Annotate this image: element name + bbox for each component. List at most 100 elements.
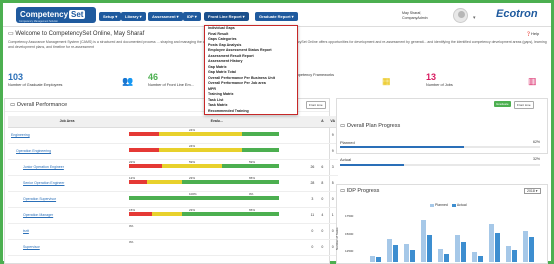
count-cell: 3 xyxy=(307,191,318,208)
count-cell xyxy=(307,143,318,160)
bar-wrap: 0% xyxy=(129,240,279,251)
bar-pct-yellow: 100% xyxy=(189,192,197,196)
bar-wrap: 12% 23% 65% xyxy=(129,176,279,187)
idp-ylabel: Number of Tasks xyxy=(335,227,339,250)
top-bar: Competency Set Competency Management Solu… xyxy=(3,3,551,27)
actual-bar xyxy=(512,250,517,262)
company-name: CompanyAdmin xyxy=(402,16,428,20)
planned-label: Planned xyxy=(340,140,355,145)
bar-wrap: 22% 59% 59% xyxy=(129,160,279,171)
job-area-link[interactable]: tsrtt xyxy=(8,223,126,240)
evaluation-cell: 0% xyxy=(126,223,308,240)
bar-pct-yellow: 23% xyxy=(189,208,196,212)
count-cell: 6 xyxy=(317,159,328,176)
table-row: Operation Supervisor 100% 0% 3 0 0 xyxy=(8,191,338,208)
stat-front-line-employees[interactable]: 46 Number of Front Line Em... xyxy=(148,72,194,96)
bar-green-segment xyxy=(222,164,279,168)
grid-icon: ▦ xyxy=(382,76,391,86)
job-area-link[interactable]: Engineering xyxy=(8,127,126,144)
bar-pct-green: 0% xyxy=(249,192,254,196)
count-cell xyxy=(317,143,328,160)
perf-bar xyxy=(129,212,279,216)
building-icon: ▥ xyxy=(528,76,537,86)
planned-bar xyxy=(340,146,540,148)
help-link[interactable]: ❓Help xyxy=(526,31,539,36)
menu-item[interactable]: Recommended Training xyxy=(205,109,297,115)
users-icon: 👥 xyxy=(122,76,134,86)
bar-pct-green: 59% xyxy=(249,160,256,164)
nav-library[interactable]: Library ▾ xyxy=(121,12,146,21)
job-area-link[interactable]: Operation Manager xyxy=(8,207,126,224)
bar-red-segment xyxy=(129,132,159,136)
bar-pct-red: 0% xyxy=(129,223,134,228)
evaluation-cell: 12% 23% 65% xyxy=(126,175,308,192)
nav-idp[interactable]: IDP ▾ xyxy=(183,12,201,21)
job-area-link[interactable]: Supervisor xyxy=(8,239,126,256)
stat-graduate-employees[interactable]: 103 Number of Graduate Employees xyxy=(8,72,62,96)
ytick-0: 17500 xyxy=(345,214,354,218)
planned-bar xyxy=(404,243,409,262)
avatar[interactable] xyxy=(453,8,468,23)
col-blank xyxy=(307,116,318,128)
table-row: Senior Operation Engineer 12% 23% 65% 28… xyxy=(8,175,338,192)
front-line-tag[interactable]: Front Line xyxy=(306,101,326,109)
job-area-link[interactable]: Operation Supervisor xyxy=(8,191,126,208)
year-select[interactable]: 2018 ▾ xyxy=(524,188,541,194)
count-cell xyxy=(307,127,318,144)
bar-pct-red: 15% xyxy=(129,208,136,212)
table-row: Operation Engineering 24% 9 xyxy=(8,143,338,160)
actual-bar xyxy=(444,253,449,262)
count-cell: 3 xyxy=(327,159,338,176)
planned-bar xyxy=(387,239,392,262)
bar-yellow-segment xyxy=(162,164,222,168)
count-cell: 26 xyxy=(307,159,318,176)
nav-front-line-report[interactable]: Front Line Report ▾ xyxy=(203,11,250,22)
actual-pct: 32% xyxy=(533,157,541,161)
brand-logo: Ecotron xyxy=(496,8,538,20)
nav-setup[interactable]: Setup ▾ xyxy=(99,12,122,21)
actual-bar xyxy=(427,234,432,262)
actual-label: Actual xyxy=(340,157,352,162)
perf-bar xyxy=(129,164,279,168)
job-area-link[interactable]: Operation Engineering xyxy=(8,143,126,160)
job-area-link[interactable]: Senior Operation Engineer xyxy=(8,175,126,192)
evaluation-cell: 15% 23% 65% xyxy=(126,207,308,224)
bar-red-segment xyxy=(129,164,162,168)
job-area-link[interactable]: Junior Operation Engineer xyxy=(8,159,126,176)
bar-wrap: 100% 0% xyxy=(129,192,279,203)
bar-wrap: 15% 23% 65% xyxy=(129,208,279,219)
user-info: May Sharaf, CompanyAdmin xyxy=(402,11,428,21)
count-cell xyxy=(317,127,328,144)
count-cell: 8 xyxy=(317,175,328,192)
bar-pct-red: 0% xyxy=(129,239,134,244)
bar-pct-yellow: 23% xyxy=(189,176,196,180)
user-menu-caret-icon[interactable]: ▾ xyxy=(473,15,476,21)
count-cell: 28 xyxy=(307,175,318,192)
bar-green-segment xyxy=(181,212,279,216)
bar-pct-green: 65% xyxy=(249,208,256,212)
stat-jobs[interactable]: 13 Number of Jobs xyxy=(426,72,453,96)
bar-pct-yellow: 59% xyxy=(189,160,196,164)
performance-table: Job Area Evalu... A VA Engineering 24% 9… xyxy=(8,116,338,256)
avatar-head-icon xyxy=(458,11,465,18)
tab-graduate[interactable]: Graduate xyxy=(494,101,511,107)
tab-front-line[interactable]: Front Line xyxy=(514,101,534,109)
count-cell: 0 xyxy=(307,223,318,240)
nav-graduate-report[interactable]: Graduate Report ▾ xyxy=(255,12,298,21)
nav-assessment[interactable]: Assessment ▾ xyxy=(148,12,183,21)
bar-pct-yellow: 24% xyxy=(189,128,196,132)
actual-bar-fill xyxy=(340,164,404,166)
chart-icon: ▭ xyxy=(10,102,17,108)
welcome-title: ▭ Welcome to CompetencySet Online, May S… xyxy=(8,31,145,37)
perf-bar xyxy=(129,148,279,152)
bar-yellow-segment xyxy=(159,132,242,136)
table-row: tsrtt 0% 0 0 0 xyxy=(8,223,338,240)
bar-red-segment xyxy=(129,148,159,152)
plan-progress-title: ▭ Overall Plan Progress xyxy=(340,123,401,129)
actual-bar xyxy=(461,241,466,262)
ytick-1: 15000 xyxy=(345,232,354,236)
count-cell: 0 xyxy=(317,239,328,256)
actual-bar xyxy=(393,245,398,262)
evaluation-cell: 0% xyxy=(126,239,308,256)
table-row: Operation Manager 15% 23% 65% 11 4 1 xyxy=(8,207,338,224)
